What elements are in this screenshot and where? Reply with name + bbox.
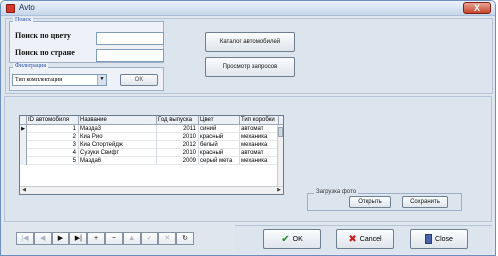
edit-record-icon[interactable]: ▲: [122, 232, 141, 245]
cancel-edit-icon[interactable]: ✕: [158, 232, 177, 245]
table-row[interactable]: 3 Киа Спортейдж 2012 белый механика: [20, 141, 283, 149]
cross-icon: ✖: [348, 233, 357, 245]
scroll-thumb[interactable]: [278, 127, 283, 137]
cell-gearbox[interactable]: автомат: [240, 149, 279, 157]
cell-id[interactable]: 3: [27, 141, 79, 149]
cell-name[interactable]: Мазда3: [79, 125, 157, 133]
cell-year[interactable]: 2011: [157, 125, 199, 133]
close-button[interactable]: Close: [410, 229, 468, 249]
search-group: Поиск Поиск по цвету Поиск по стране: [9, 17, 164, 63]
filter-type-value: Тип комплектации: [15, 77, 63, 83]
cell-name[interactable]: Сузуки Свифт: [79, 149, 157, 157]
next-record-icon[interactable]: ▶: [51, 232, 70, 245]
close-button-label: Close: [435, 235, 453, 243]
chevron-down-icon[interactable]: ▼: [97, 75, 106, 85]
row-pointer-icon: ▶: [20, 125, 27, 133]
cell-name[interactable]: Мазда6: [79, 157, 157, 165]
row-indicator: [20, 141, 27, 149]
cell-year[interactable]: 2010: [157, 149, 199, 157]
search-group-label: Поиск: [13, 17, 34, 23]
window-close-button[interactable]: X: [463, 2, 491, 14]
app-icon: [6, 4, 15, 13]
cell-color[interactable]: красный: [199, 133, 240, 141]
column-header[interactable]: Название: [79, 116, 157, 125]
search-by-color-label: Поиск по цвету: [15, 31, 71, 40]
title-bar: Avto X: [1, 1, 495, 16]
cancel-button-label: Cancel: [359, 235, 382, 243]
cell-color[interactable]: синий: [199, 125, 240, 133]
cell-gearbox[interactable]: механика: [240, 157, 279, 165]
cell-name[interactable]: Киа Рио: [79, 133, 157, 141]
cell-id[interactable]: 2: [27, 133, 79, 141]
cell-id[interactable]: 4: [27, 149, 79, 157]
filter-group-label: Фильтрация: [13, 63, 48, 69]
cell-id[interactable]: 1: [27, 125, 79, 133]
post-record-icon[interactable]: ✓: [140, 232, 159, 245]
search-by-country-input[interactable]: [96, 49, 164, 62]
check-icon: ✔: [281, 233, 290, 245]
cell-gearbox[interactable]: механика: [240, 141, 279, 149]
row-indicator: [20, 157, 27, 165]
cell-color[interactable]: красный: [199, 149, 240, 157]
row-indicator: [20, 149, 27, 157]
column-header[interactable]: Цвет: [199, 116, 240, 125]
window-title: Avto: [19, 3, 35, 12]
cell-year[interactable]: 2012: [157, 141, 199, 149]
cancel-button[interactable]: ✖ Cancel: [336, 229, 394, 249]
table-row[interactable]: 4 Сузуки Свифт 2010 красный автомат: [20, 149, 283, 157]
scroll-right-icon[interactable]: ▶: [275, 187, 283, 194]
last-record-icon[interactable]: ▶|: [69, 232, 88, 245]
table-row[interactable]: 2 Киа Рио 2010 красный механика: [20, 133, 283, 141]
cell-gearbox[interactable]: автомат: [240, 125, 279, 133]
cell-color[interactable]: белый: [199, 141, 240, 149]
cell-id[interactable]: 5: [27, 157, 79, 165]
cell-name[interactable]: Киа Спортейдж: [79, 141, 157, 149]
photo-group-label: Загрузка фото: [314, 189, 359, 195]
catalog-button[interactable]: Каталог автомобилей: [205, 32, 295, 52]
record-navigator: |◀ ◀ ▶ ▶| + − ▲ ✓ ✕ ↻: [16, 232, 194, 245]
save-photo-button[interactable]: Сохранить: [402, 196, 448, 208]
delete-record-icon[interactable]: −: [104, 232, 123, 245]
insert-record-icon[interactable]: +: [87, 232, 105, 245]
prior-record-icon[interactable]: ◀: [33, 232, 52, 245]
ok-button[interactable]: ✔ OK: [263, 229, 321, 249]
cars-grid[interactable]: ID автомобиля Название Год выпуска Цвет …: [19, 115, 284, 195]
grid-vertical-scrollbar[interactable]: [277, 125, 283, 187]
grid-horizontal-scrollbar[interactable]: ◀ ▶: [20, 186, 283, 194]
ok-button-label: OK: [292, 235, 303, 243]
refresh-icon[interactable]: ↻: [176, 232, 194, 245]
row-indicator: [20, 133, 27, 141]
filter-type-select[interactable]: Тип комплектации ▼: [12, 74, 107, 86]
search-by-country-label: Поиск по стране: [15, 48, 75, 57]
door-icon: [425, 234, 433, 244]
open-photo-button[interactable]: Открыть: [349, 196, 391, 208]
column-header[interactable]: ID автомобиля: [27, 116, 79, 125]
cell-gearbox[interactable]: механика: [240, 133, 279, 141]
scroll-left-icon[interactable]: ◀: [20, 187, 28, 194]
cell-color[interactable]: серый мета: [199, 157, 240, 165]
column-header[interactable]: Тип коробки: [240, 116, 279, 125]
grid-corner: [20, 116, 27, 125]
filter-ok-button[interactable]: OK: [120, 74, 158, 86]
cell-year[interactable]: 2010: [157, 133, 199, 141]
table-row[interactable]: ▶ 1 Мазда3 2011 синий автомат: [20, 125, 283, 133]
table-row[interactable]: 5 Мазда6 2009 серый мета механика: [20, 157, 283, 165]
search-by-color-input[interactable]: [96, 32, 164, 45]
queries-button[interactable]: Просмотр запросов: [205, 57, 295, 77]
cell-year[interactable]: 2009: [157, 157, 199, 165]
first-record-icon[interactable]: |◀: [16, 232, 34, 245]
grid-header: ID автомобиля Название Год выпуска Цвет …: [20, 116, 283, 125]
column-header[interactable]: Год выпуска: [157, 116, 199, 125]
